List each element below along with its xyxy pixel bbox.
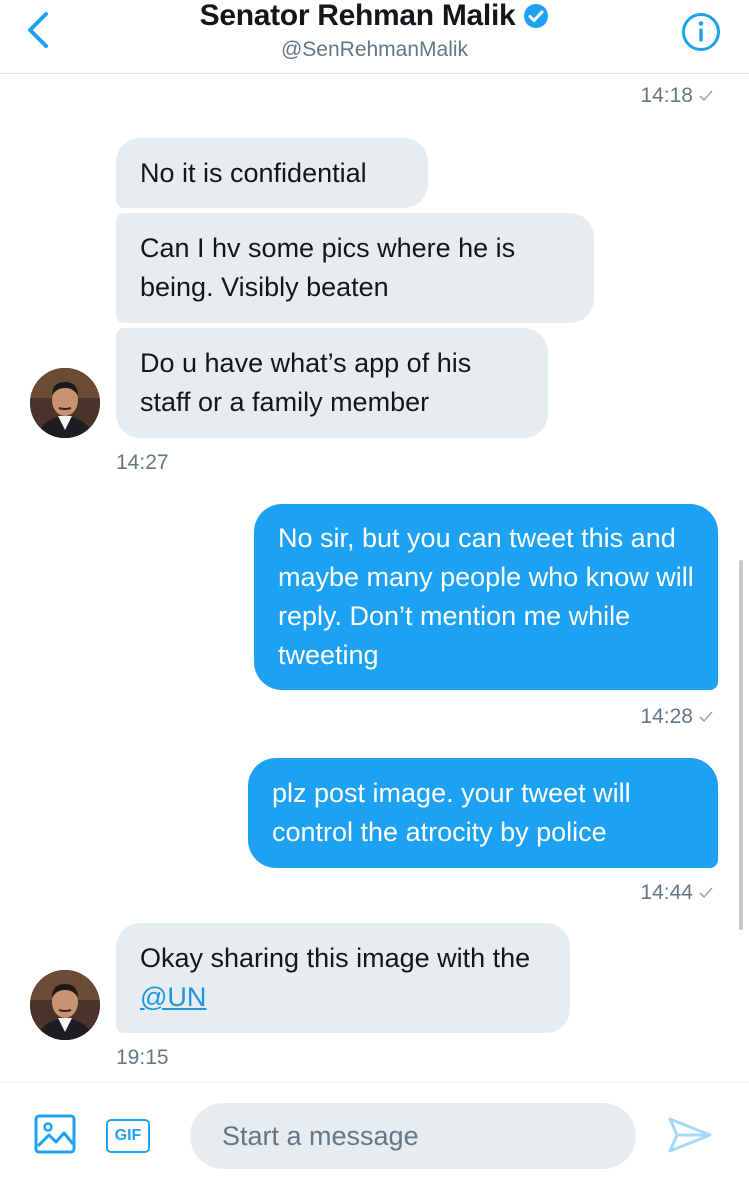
conversation-info-button[interactable] [681, 12, 721, 52]
contact-avatar[interactable] [30, 368, 100, 438]
message-composer: GIF [0, 1082, 749, 1183]
contact-name: Senator Rehman Malik [199, 0, 516, 32]
send-button[interactable] [666, 1115, 714, 1155]
avatar-photo [30, 368, 100, 438]
contact-handle: @SenRehmanMalik [280, 38, 469, 61]
message-text: plz post image. your tweet will control … [272, 778, 631, 847]
check-icon [699, 887, 713, 899]
conversation-header: Senator Rehman Malik @SenRehmanMalik [0, 0, 749, 74]
incoming-message[interactable]: Can I hv some pics where he is being. Vi… [116, 213, 594, 323]
message-timestamp: 14:27 [116, 451, 169, 474]
send-icon [668, 1117, 712, 1153]
incoming-message[interactable]: Okay sharing this image with the @UN [116, 923, 570, 1033]
message-timestamp: 14:28 [640, 705, 713, 729]
incoming-message[interactable]: Do u have what’s app of his staff or a f… [116, 328, 548, 438]
incoming-message[interactable]: No it is confidential [116, 138, 428, 208]
gif-button[interactable]: GIF [106, 1119, 150, 1153]
message-input[interactable] [190, 1103, 636, 1169]
verified-badge-icon [524, 4, 549, 28]
message-text: Okay sharing this image with the @UN [140, 943, 531, 1012]
message-timestamp: 19:15 [116, 1046, 169, 1069]
mention-link[interactable]: @UN [140, 982, 206, 1012]
message-text: No it is confidential [140, 157, 367, 188]
scrollbar[interactable] [739, 560, 743, 930]
outgoing-message[interactable]: No sir, but you can tweet this and maybe… [254, 504, 718, 690]
message-text: Can I hv some pics where he is being. Vi… [140, 233, 516, 302]
info-icon [682, 13, 720, 51]
message-timestamp: 14:44 [640, 881, 713, 905]
check-icon [699, 711, 713, 723]
image-icon [34, 1114, 76, 1154]
message-timestamp: 14:18 [640, 84, 713, 108]
message-text: No sir, but you can tweet this and maybe… [278, 523, 694, 670]
message-text: Do u have what’s app of his staff or a f… [140, 348, 472, 417]
avatar-photo [30, 970, 100, 1040]
add-photo-button[interactable] [34, 1114, 76, 1154]
contact-avatar[interactable] [30, 970, 100, 1040]
check-icon [699, 90, 713, 102]
outgoing-message[interactable]: plz post image. your tweet will control … [248, 758, 718, 868]
contact-info[interactable]: Senator Rehman Malik @SenRehmanMalik [0, 0, 749, 62]
